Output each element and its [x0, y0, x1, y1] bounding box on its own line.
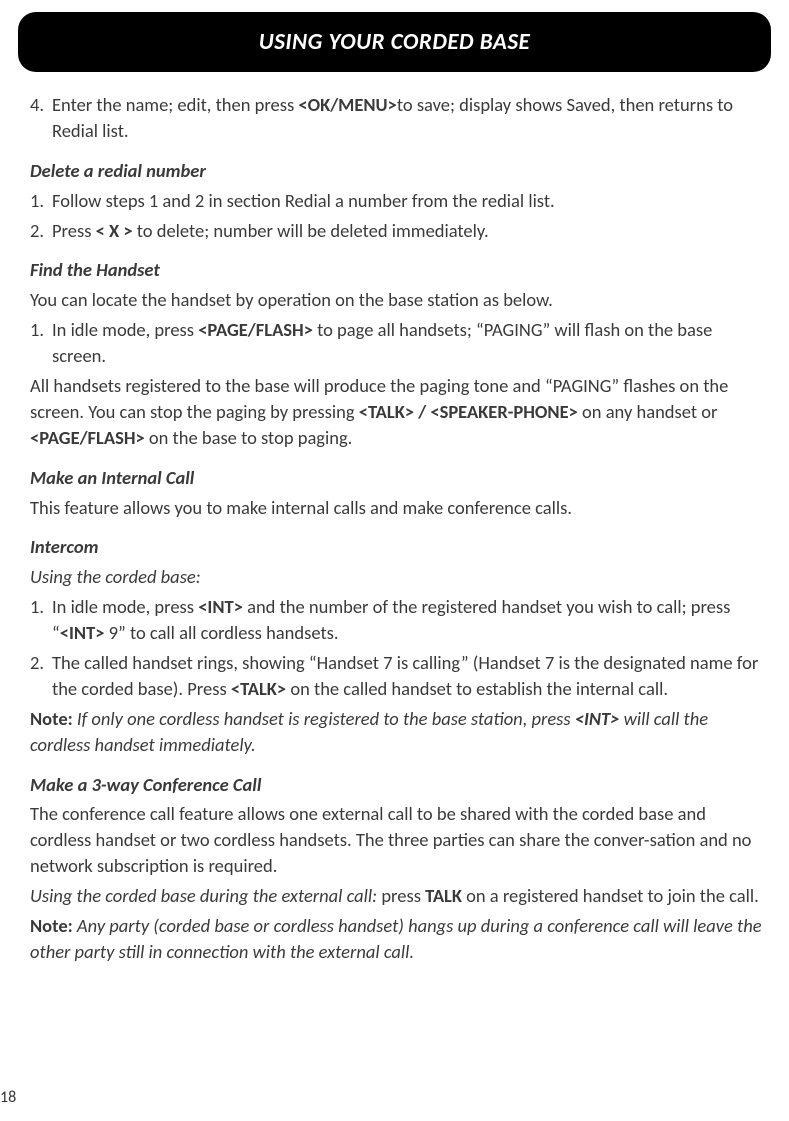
page-header: USING YOUR CORDED BASE [18, 12, 771, 72]
find-handset-intro: You can locate the handset by operation … [30, 287, 767, 313]
step-number: 4. [30, 92, 52, 144]
step-text: The called handset rings, showing “Hands… [52, 650, 767, 702]
step-text: Press < X > to delete; number will be de… [52, 218, 767, 244]
using-corded-base-label: Using the corded base: [30, 564, 767, 590]
step-number: 2. [30, 218, 52, 244]
step-text: In idle mode, press <INT> and the number… [52, 594, 767, 646]
heading-intercom: Intercom [30, 534, 767, 560]
step-text: Follow steps 1 and 2 in section Redial a… [52, 188, 767, 214]
find-handset-note: All handsets registered to the base will… [30, 373, 767, 451]
step-number: 2. [30, 650, 52, 702]
conference-intro: The conference call feature allows one e… [30, 801, 767, 879]
heading-delete-redial: Delete a redial number [30, 158, 767, 184]
delete-step-1: 1. Follow steps 1 and 2 in section Redia… [30, 188, 767, 214]
step-text: Enter the name; edit, then press <OK/MEN… [52, 92, 767, 144]
step-number: 1. [30, 594, 52, 646]
intercom-step-1: 1. In idle mode, press <INT> and the num… [30, 594, 767, 646]
delete-step-2: 2. Press < X > to delete; number will be… [30, 218, 767, 244]
conference-using: Using the corded base during the externa… [30, 883, 767, 909]
page-content: 4. Enter the name; edit, then press <OK/… [0, 92, 789, 965]
page-number: 18 [0, 1088, 16, 1107]
heading-internal-call: Make an Internal Call [30, 465, 767, 491]
conference-note: Note: Any party (corded base or cordless… [30, 913, 767, 965]
step-number: 1. [30, 317, 52, 369]
heading-find-handset: Find the Handset [30, 257, 767, 283]
step-number: 1. [30, 188, 52, 214]
step-4: 4. Enter the name; edit, then press <OK/… [30, 92, 767, 144]
intercom-note: Note: If only one cordless handset is re… [30, 706, 767, 758]
intercom-step-2: 2. The called handset rings, showing “Ha… [30, 650, 767, 702]
internal-call-intro: This feature allows you to make internal… [30, 495, 767, 521]
heading-conference: Make a 3-way Conference Call [30, 772, 767, 798]
find-step-1: 1. In idle mode, press <PAGE/FLASH> to p… [30, 317, 767, 369]
step-text: In idle mode, press <PAGE/FLASH> to page… [52, 317, 767, 369]
